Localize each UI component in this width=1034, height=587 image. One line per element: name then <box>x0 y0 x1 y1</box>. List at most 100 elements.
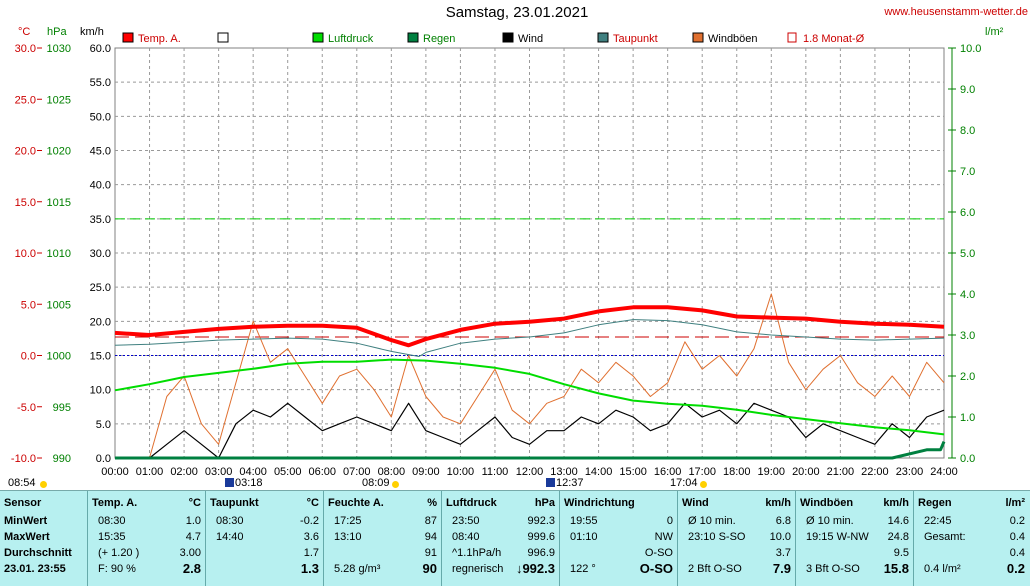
table-row: O-SO <box>560 545 677 561</box>
wind-axis-tick-label: 10.0 <box>90 385 111 397</box>
rain-axis-tick-label: 5.0 <box>960 248 975 260</box>
table-cell-label: F: 90 % <box>98 563 136 575</box>
table-row: 3.7 <box>678 545 795 561</box>
x-tick-label: 23:00 <box>896 466 924 478</box>
table-cell-value: 3.7 <box>775 547 791 559</box>
table-cell-label: 5.28 g/m³ <box>334 563 381 575</box>
table-cell-value: -0.2 <box>300 515 319 527</box>
table-cell-label: 19:55 <box>570 515 598 527</box>
table-row: 01:10 NW <box>560 529 677 545</box>
legend-swatch <box>502 32 514 43</box>
table-row: MaxWert <box>0 529 87 545</box>
pressure-axis-tick-label: 1020 <box>47 146 71 158</box>
table-row: 9.5 <box>796 545 913 561</box>
table-row: Durchschnitt <box>0 545 87 561</box>
table-cell-value: O-SO <box>639 561 673 576</box>
table-cell-label: (+ 1.20 ) <box>98 547 140 559</box>
table-row: F: 90 % 2.8 <box>88 561 205 577</box>
table-cell-label: 08:30 <box>98 515 126 527</box>
legend-label: Windböen <box>708 33 758 45</box>
x-tick-label: 03:00 <box>205 466 233 478</box>
rain-axis-tick-label: 3.0 <box>960 330 975 342</box>
table-row: 19:55 0 <box>560 513 677 529</box>
wind-axis-tick-label: 30.0 <box>90 248 111 260</box>
x-tick-label: 09:00 <box>412 466 440 478</box>
table-row: 15:35 4.7 <box>88 529 205 545</box>
table-cell-value: 996.9 <box>527 547 555 559</box>
legend-swatch <box>692 32 704 43</box>
temp-axis-tick-label: 25.0 <box>15 94 36 106</box>
table-cell-value: 14.6 <box>887 515 909 527</box>
table-column: Windrichtung 19:55 0 01:10 NW O-SO 122 ° O-SO <box>560 491 678 586</box>
table-header: Windböen km/h <box>796 495 913 511</box>
pressure-axis-tick-label: 1010 <box>47 248 71 260</box>
table-header: Temp. A. °C <box>88 495 205 511</box>
table-row: Gesamt: 0.4 <box>914 529 1029 545</box>
table-row: 1.3 <box>206 561 323 577</box>
rain-axis-tick-label: 2.0 <box>960 371 975 383</box>
table-cell-label: MaxWert <box>4 531 50 543</box>
table-cell-value: 0.4 <box>1009 531 1025 543</box>
rain-axis-tick-label: 8.0 <box>960 125 975 137</box>
table-column: Regen l/m² 22:45 0.2 Gesamt: 0.4 0.4 0.4 l/m² 0.… <box>914 491 1029 586</box>
sun-icon <box>700 481 707 488</box>
table-cell-label: 23:50 <box>452 515 480 527</box>
legend-label: Wind <box>518 33 543 45</box>
table-header-unit: km/h <box>765 497 791 509</box>
table-header-unit: °C <box>188 497 201 509</box>
legend-label: 1.8 Monat-Ø <box>803 33 865 45</box>
table-row: 08:40 999.6 <box>442 529 559 545</box>
table-row: 2 Bft O-SO 7.9 <box>678 561 795 577</box>
moon-icon <box>546 478 555 487</box>
table-cell-value: 87 <box>424 515 437 527</box>
table-cell-value: 0.2 <box>1009 515 1025 527</box>
table-cell-label: 01:10 <box>570 531 598 543</box>
table-cell-value: 7.9 <box>772 561 791 576</box>
temp-axis-tick-label: 10.0 <box>15 248 36 260</box>
table-header: Regen l/m² <box>914 495 1029 511</box>
x-tick-label: 11:00 <box>482 466 509 478</box>
table-header-label: Temp. A. <box>92 497 138 509</box>
table-header: Luftdruck hPa <box>442 495 559 511</box>
table-header-unit: l/m² <box>1005 497 1025 509</box>
table-cell-value: 1.0 <box>185 515 201 527</box>
pressure-axis-tick-label: 1015 <box>47 197 71 209</box>
table-row: ^1.1hPa/h 996.9 <box>442 545 559 561</box>
table-row: 5.28 g/m³ 90 <box>324 561 441 577</box>
table-row: 22:45 0.2 <box>914 513 1029 529</box>
x-tick-label: 15:00 <box>619 466 647 478</box>
table-cell-value: 24.8 <box>887 531 909 543</box>
marker-sunrise-time: 08:54 <box>8 477 36 489</box>
table-row: 08:30 -0.2 <box>206 513 323 529</box>
table-column: Luftdruck hPa 23:50 992.3 08:40 999.6 ^1.1hPa/… <box>442 491 560 586</box>
table-cell-value: 4.7 <box>185 531 201 543</box>
table-row: 13:10 94 <box>324 529 441 545</box>
table-header-unit: % <box>427 497 437 509</box>
x-tick-label: 05:00 <box>274 466 302 478</box>
pressure-axis-tick-label: 995 <box>53 402 71 414</box>
table-row: 23:50 992.3 <box>442 513 559 529</box>
table-row: MinWert <box>0 513 87 529</box>
table-cell-label: 08:40 <box>452 531 480 543</box>
table-cell-label: Ø 10 min. <box>688 515 736 527</box>
legend-swatch <box>597 32 609 43</box>
table-row: 08:30 1.0 <box>88 513 205 529</box>
table-row: regnerisch ↓992.3 <box>442 561 559 577</box>
marker-moon1-time: 03:18 <box>235 477 263 489</box>
table-row: 17:25 87 <box>324 513 441 529</box>
table-cell-value: 1.7 <box>303 547 319 559</box>
x-tick-label: 18:00 <box>723 466 751 478</box>
table-header-label: Taupunkt <box>210 497 259 509</box>
table-row: 19:15 W-NW 24.8 <box>796 529 913 545</box>
wind-axis-tick-label: 15.0 <box>90 351 111 363</box>
weather-chart-page: Samstag, 23.01.2021 www.heusenstamm-wett… <box>0 0 1034 587</box>
pressure-axis-tick-label: 1030 <box>47 43 71 55</box>
x-tick-label: 12:00 <box>516 466 544 478</box>
table-row: Ø 10 min. 6.8 <box>678 513 795 529</box>
table-header-label: Feuchte A. <box>328 497 384 509</box>
table-cell-label: 19:15 W-NW <box>806 531 869 543</box>
table-row: 122 ° O-SO <box>560 561 677 577</box>
table-column: Temp. A. °C 08:30 1.0 15:35 4.7 (+ 1.20 ) 3.00 F… <box>88 491 206 586</box>
table-header: Feuchte A.% <box>324 495 441 511</box>
table-cell-label: 08:30 <box>216 515 244 527</box>
